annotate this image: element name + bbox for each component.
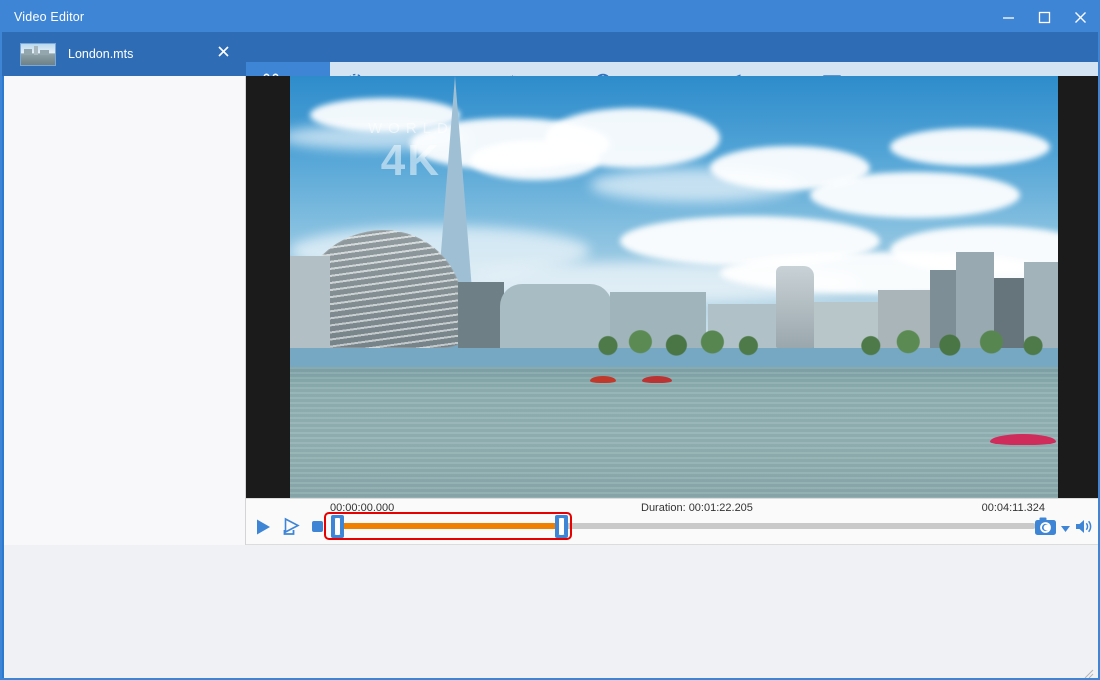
- boat: [642, 376, 672, 383]
- close-icon: [1074, 11, 1087, 24]
- boat: [990, 434, 1056, 445]
- window-title: Video Editor: [14, 10, 85, 24]
- minimize-icon: [1002, 11, 1015, 24]
- video-preview-stage: WORLD 4K: [246, 76, 1098, 498]
- water-layer: [290, 367, 1058, 498]
- tab-strip: London.mts Cut: [2, 32, 1098, 106]
- video-thumbnail: [20, 42, 56, 66]
- maximize-button[interactable]: [1026, 2, 1062, 32]
- video-frame[interactable]: WORLD 4K: [290, 76, 1058, 498]
- playback-controls: [254, 517, 324, 541]
- play-selection-button[interactable]: [282, 517, 301, 541]
- title-bar: Video Editor: [2, 2, 1098, 32]
- timeline-duration-label: Duration: 00:01:22.205: [641, 502, 753, 514]
- timeline-start-label: 00:00:00.000: [330, 502, 395, 514]
- boat: [590, 376, 616, 383]
- cut-controls-panel: Start: End:: [4, 545, 1098, 678]
- resize-grip-icon[interactable]: [1084, 666, 1094, 678]
- timeline-total-label: 00:04:11.324: [981, 502, 1045, 514]
- close-icon: [217, 45, 230, 63]
- volume-icon[interactable]: [1074, 517, 1094, 541]
- timeline-start-handle[interactable]: [331, 515, 344, 538]
- minimize-button[interactable]: [990, 2, 1026, 32]
- timeline-selection-range[interactable]: [337, 523, 561, 529]
- file-name-label: London.mts: [68, 47, 134, 61]
- timeline-end-handle[interactable]: [555, 515, 568, 538]
- file-close-button[interactable]: [214, 45, 232, 63]
- file-list-sidebar[interactable]: [4, 76, 246, 545]
- video-editor-window: Video Editor London.mts WORLD 4K 00:00:0…: [0, 0, 1100, 680]
- play-button[interactable]: [254, 518, 272, 541]
- maximize-icon: [1038, 11, 1051, 24]
- skyline-layer: [290, 76, 1058, 368]
- window-controls: [990, 2, 1098, 32]
- timeline-track[interactable]: [331, 515, 1036, 538]
- stop-button[interactable]: [311, 520, 324, 538]
- timeline-right-controls: [1034, 516, 1094, 542]
- timeline-bar: 00:00:00.000 Duration: 00:01:22.205 00:0…: [246, 498, 1098, 545]
- chevron-down-icon[interactable]: [1060, 520, 1071, 538]
- close-button[interactable]: [1062, 2, 1098, 32]
- camera-icon[interactable]: [1034, 516, 1057, 542]
- file-tab-london[interactable]: London.mts: [2, 32, 246, 76]
